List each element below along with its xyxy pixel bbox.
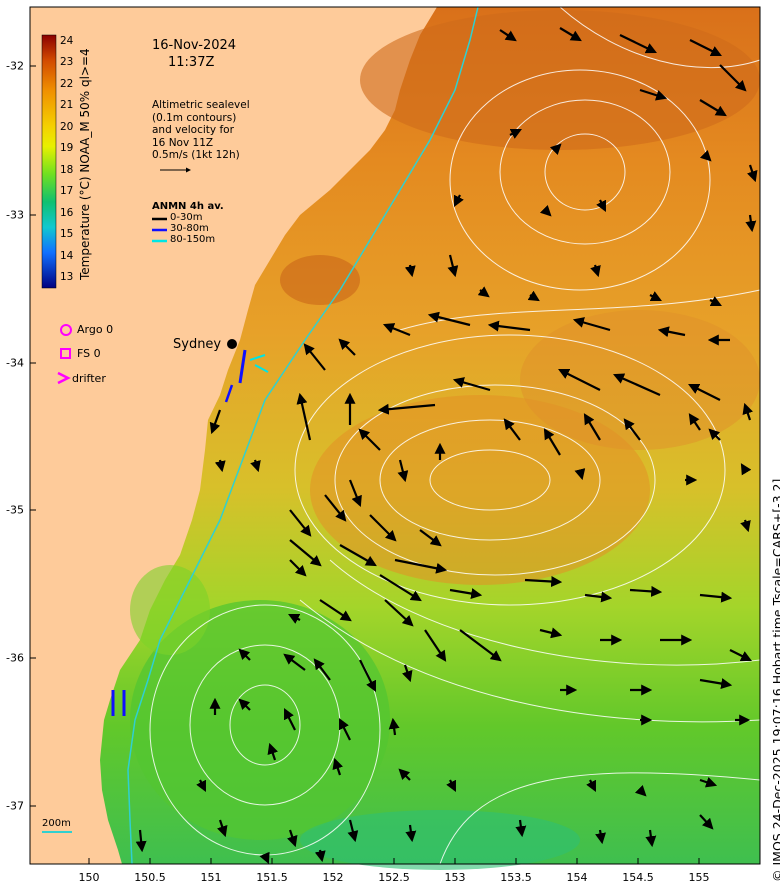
anmn-label-80-150: 80-150m	[170, 234, 216, 245]
warm-water-east	[520, 310, 760, 450]
scale-bar-label: 200m	[42, 818, 71, 829]
drifter-label: drifter	[72, 372, 106, 385]
anmn-label-0-30: 0-30m	[170, 212, 203, 223]
x-tick-label: 153	[444, 871, 466, 884]
x-tick-label: 151	[200, 871, 222, 884]
colorbar-tick: 20	[60, 121, 74, 133]
altimetry-line: (0.1m contours)	[152, 111, 237, 124]
colorbar-tick: 17	[60, 185, 74, 197]
colorbar	[41, 34, 57, 289]
altimetry-note: Altimetric sealevel (0.1m contours) and …	[152, 99, 250, 162]
colorbar-title: Temperature (°C) NOAA_M 50% ql>=4	[78, 48, 92, 280]
y-tick-label: -33	[6, 208, 24, 222]
warm-patch	[280, 255, 360, 305]
cool-water-south	[300, 810, 580, 870]
sst-map[interactable]	[0, 0, 780, 890]
y-tick-label: -37	[6, 799, 24, 813]
sydney-label: Sydney	[173, 337, 222, 352]
colorbar-tick: 15	[60, 228, 74, 240]
cool-water-coast	[130, 565, 210, 655]
colorbar-tick: 19	[60, 142, 74, 154]
x-tick-label: 151.5	[256, 871, 288, 884]
x-tick-label: 150.5	[134, 871, 166, 884]
copyright-footer: © IMOS 24-Dec-2025 19:07:16 Hobart time …	[770, 478, 780, 882]
y-tick-label: -36	[6, 651, 24, 665]
colorbar-tick: 13	[60, 271, 74, 283]
colorbar-tick: 16	[60, 207, 74, 219]
colorbar-tick: 14	[60, 250, 74, 262]
x-tick-label: 154.5	[622, 871, 654, 884]
anmn-legend-title: ANMN 4h av.	[152, 201, 224, 212]
colorbar-tick: 18	[60, 164, 74, 176]
y-tick-label: -32	[6, 59, 24, 73]
fs-label: FS 0	[77, 347, 101, 360]
warm-water-north	[360, 10, 760, 150]
altimetry-line: 16 Nov 11Z	[152, 136, 214, 149]
x-tick-label: 155	[688, 871, 710, 884]
altimetry-line: Altimetric sealevel	[152, 99, 250, 111]
anmn-label-30-80: 30-80m	[170, 223, 209, 234]
y-tick-label: -35	[6, 503, 24, 517]
x-tick-label: 154	[566, 871, 588, 884]
altimetry-line: 0.5m/s (1kt 12h)	[152, 149, 240, 161]
sydney-marker[interactable]	[227, 339, 237, 349]
y-tick-label: -34	[6, 356, 24, 370]
argo-label: Argo 0	[77, 323, 114, 336]
altimetry-line: and velocity for	[152, 124, 234, 136]
colorbar-tick: 22	[60, 78, 74, 90]
x-tick-label: 152	[322, 871, 344, 884]
x-tick-label: 153.5	[500, 871, 532, 884]
colorbar-tick: 21	[60, 99, 74, 111]
colorbar-tick: 23	[60, 56, 74, 68]
map-time: 11:37Z	[168, 55, 215, 70]
x-tick-label: 152.5	[378, 871, 410, 884]
colorbar-tick: 24	[60, 35, 74, 47]
map-date: 16-Nov-2024	[152, 38, 237, 53]
x-tick-label: 150	[78, 871, 100, 884]
